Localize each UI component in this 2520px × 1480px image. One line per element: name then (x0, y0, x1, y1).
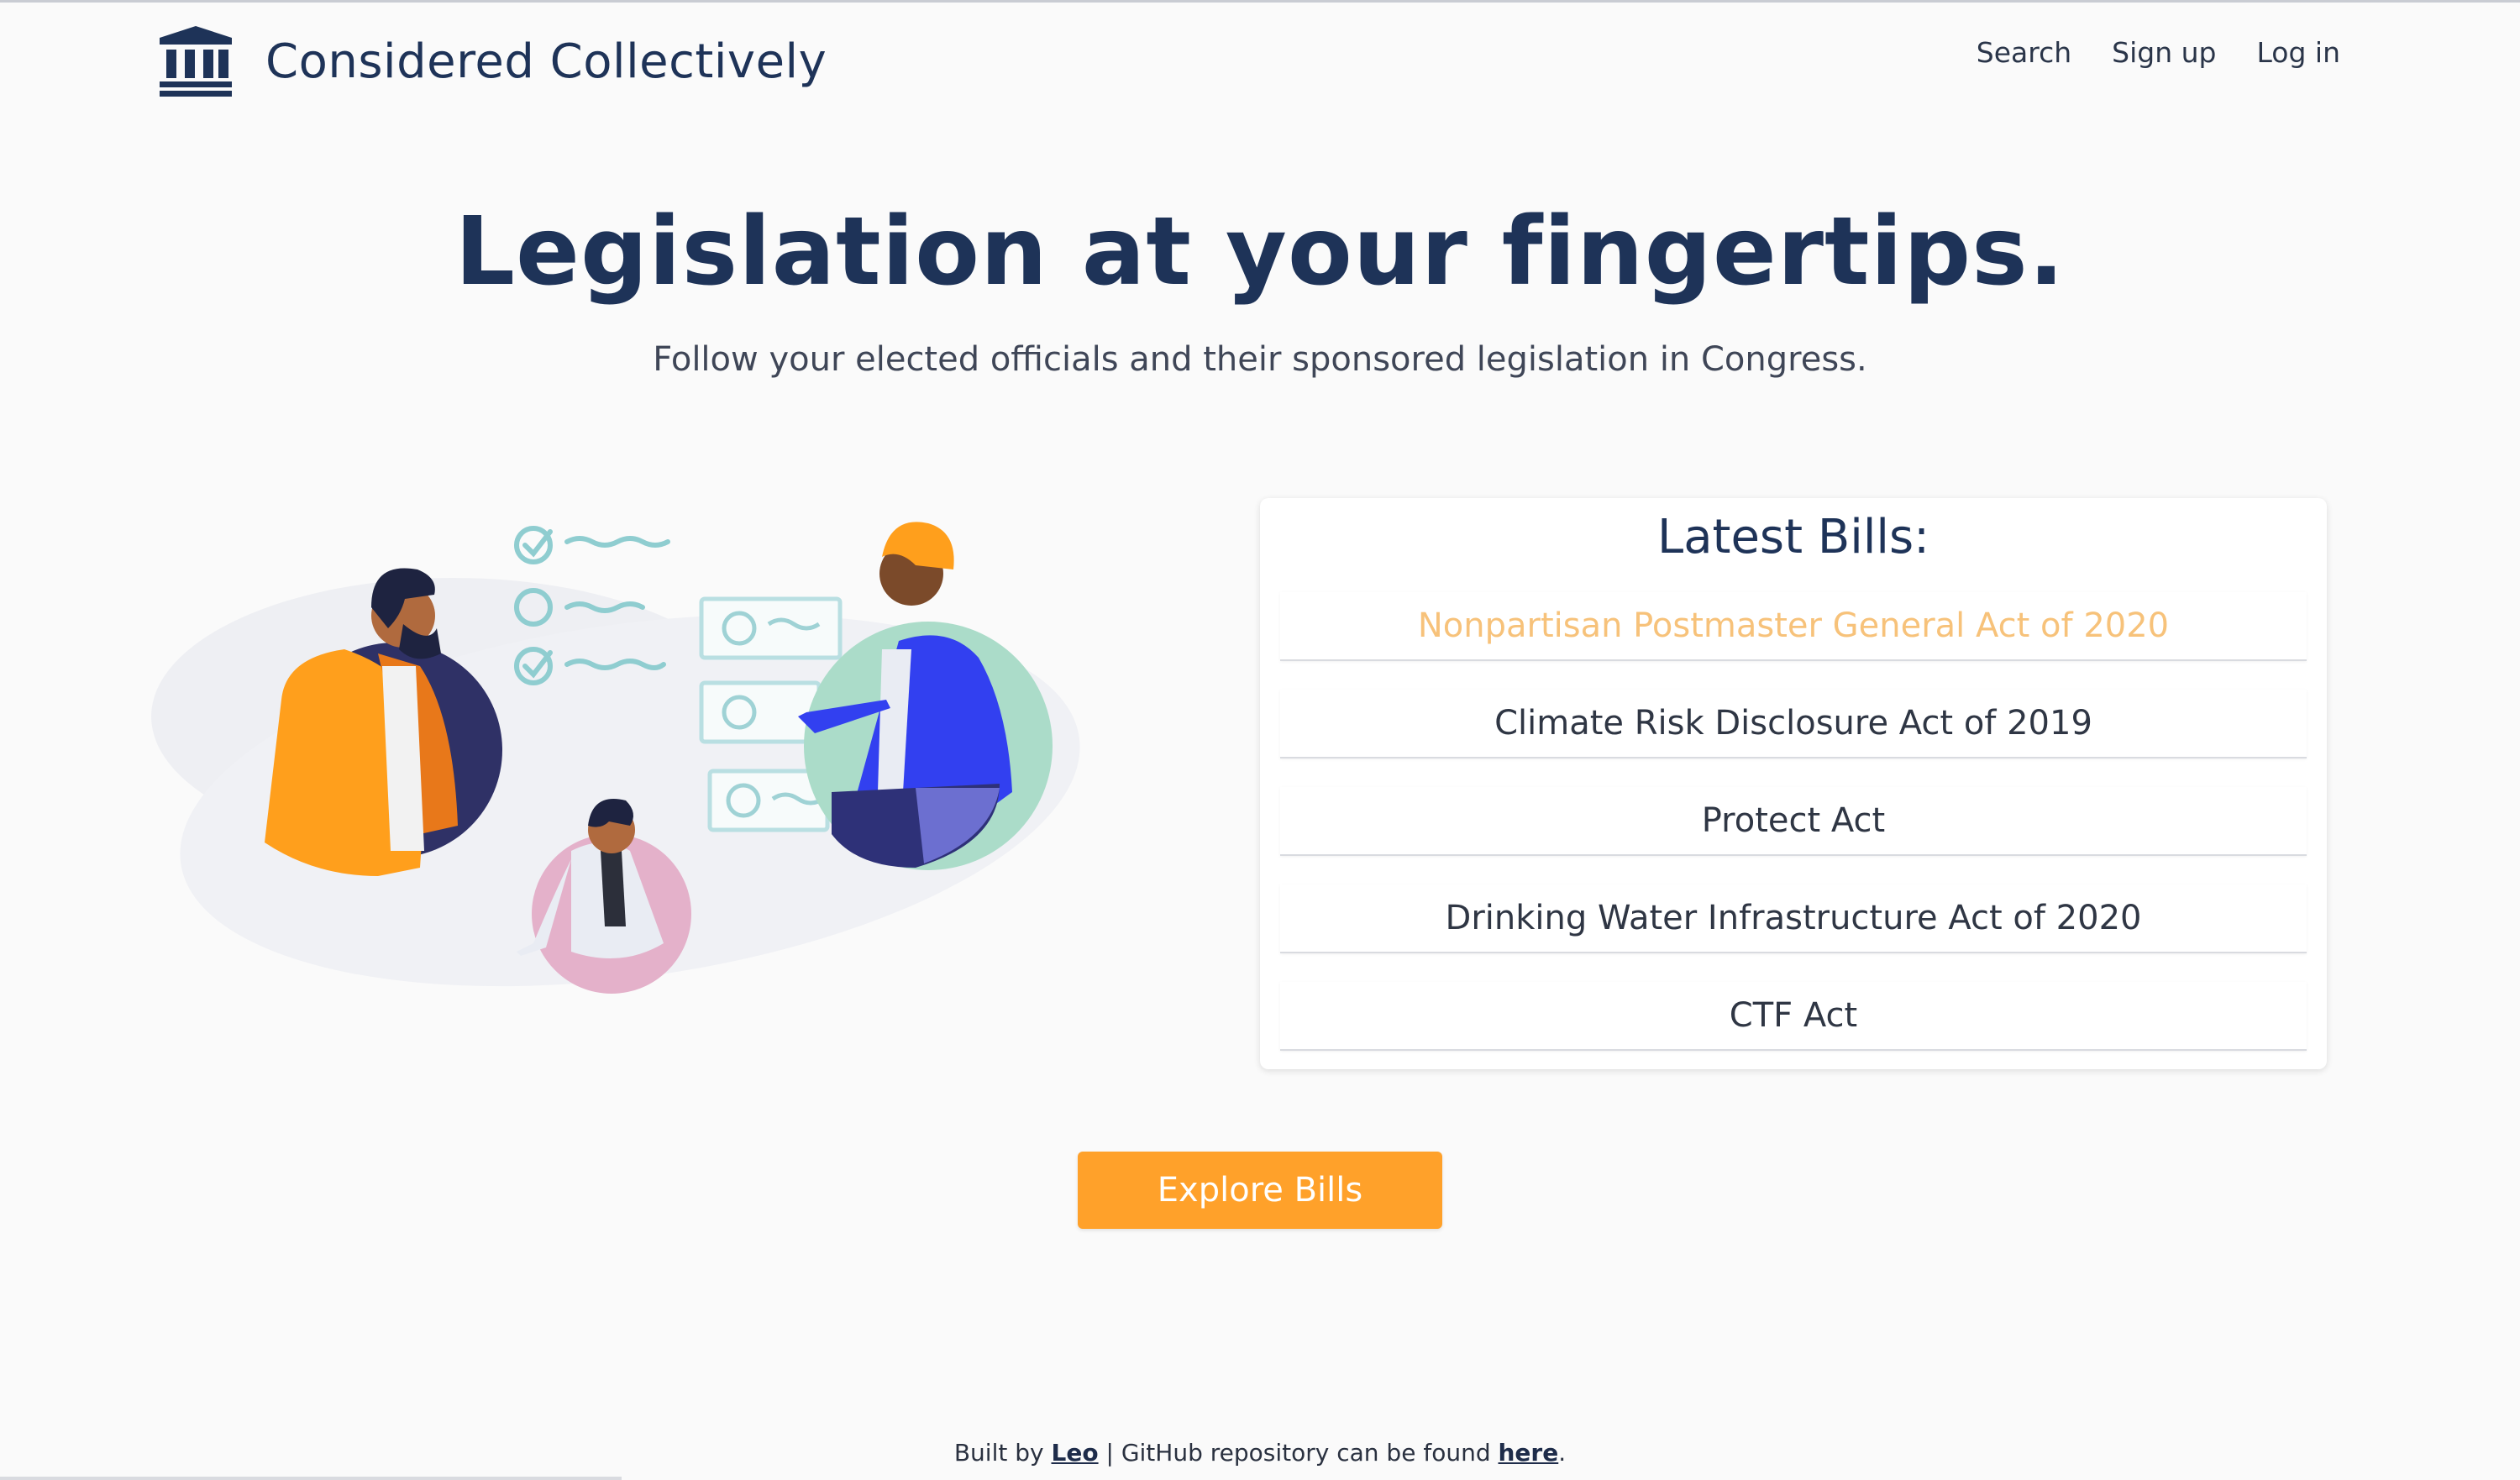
bill-list: Nonpartisan Postmaster General Act of 20… (1280, 592, 2307, 1079)
people-illustration (151, 522, 1080, 994)
bill-link[interactable]: Climate Risk Disclosure Act of 2019 (1280, 690, 2307, 758)
footer-repo-link[interactable]: here (1499, 1439, 1559, 1467)
bill-link[interactable]: Nonpartisan Postmaster General Act of 20… (1280, 592, 2307, 661)
nav-login-link[interactable]: Log in (2256, 36, 2340, 69)
nav-search-link[interactable]: Search (1977, 36, 2071, 69)
page: Considered Collectively Search Sign up L… (0, 0, 2520, 1480)
bill-link[interactable]: Protect Act (1280, 787, 2307, 856)
footer: Built by Leo | GitHub repository can be … (0, 1439, 2520, 1467)
top-nav: Search Sign up Log in (1977, 36, 2340, 69)
brand-name: Considered Collectively (265, 34, 827, 89)
horizontal-scrollbar[interactable] (0, 1477, 622, 1480)
latest-bills-title: Latest Bills: (1657, 510, 1929, 564)
brand[interactable]: Considered Collectively (160, 19, 827, 103)
page-subtitle: Follow your elected officials and their … (653, 340, 1867, 379)
bill-link[interactable]: CTF Act (1280, 982, 2307, 1051)
institution-building-icon (160, 26, 232, 97)
footer-author-link[interactable]: Leo (1052, 1439, 1099, 1467)
explore-bills-button[interactable]: Explore Bills (1078, 1152, 1442, 1229)
footer-prefix: Built by (953, 1439, 1044, 1467)
bill-link[interactable]: Drinking Water Infrastructure Act of 202… (1280, 884, 2307, 953)
footer-middle: | GitHub repository can be found (1105, 1439, 1491, 1467)
footer-suffix: . (1558, 1439, 1567, 1467)
latest-bills-card: Latest Bills: Nonpartisan Postmaster Gen… (1260, 498, 2327, 1069)
page-title: Legislation at your fingertips. (454, 197, 2066, 307)
nav-signup-link[interactable]: Sign up (2112, 36, 2216, 69)
